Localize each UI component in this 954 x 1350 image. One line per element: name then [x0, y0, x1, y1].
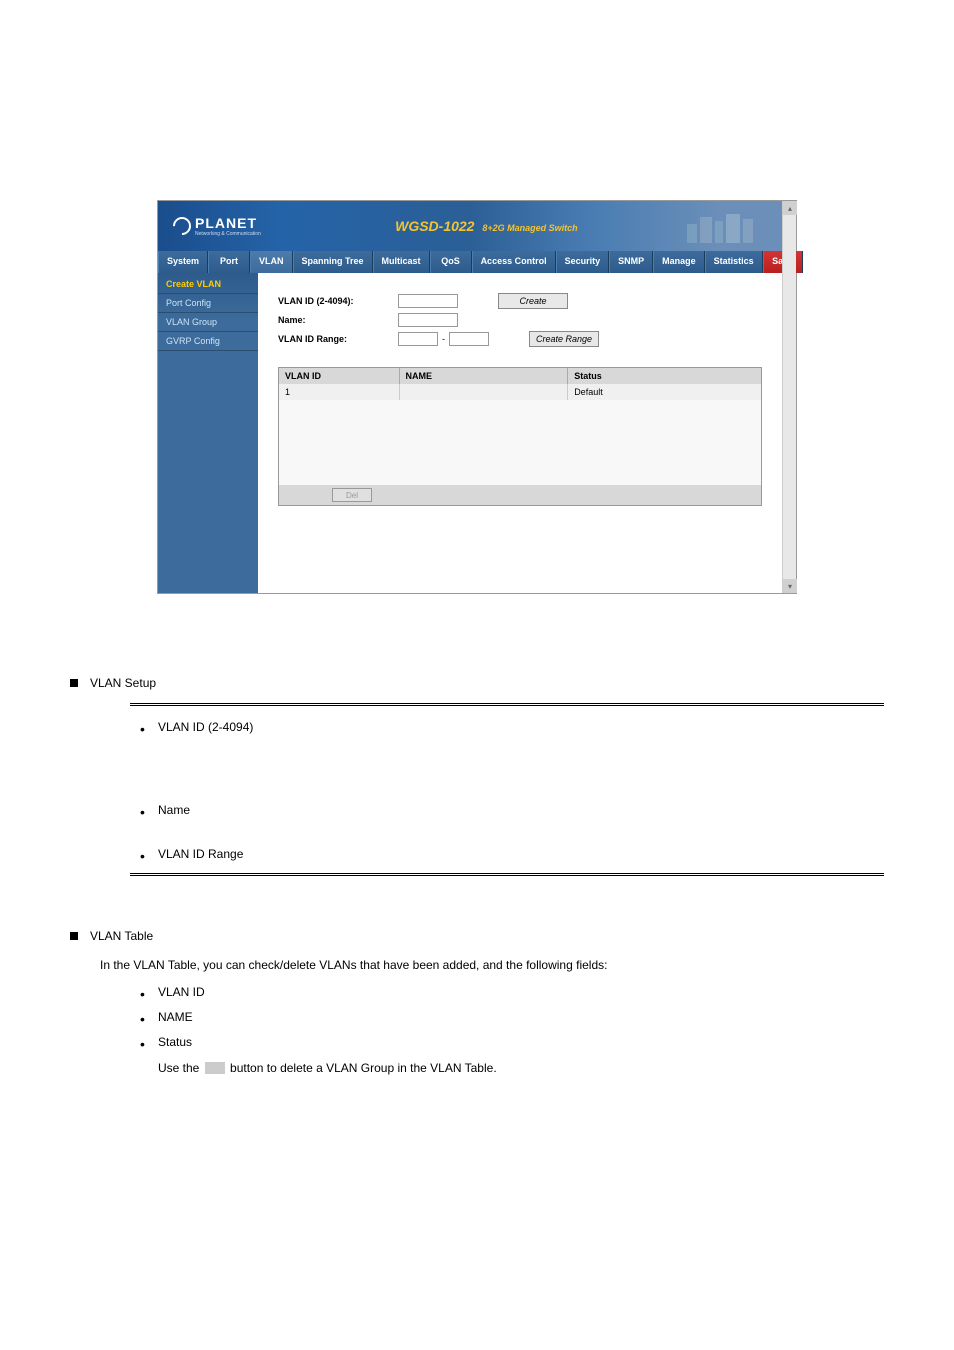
- vlan-id-input[interactable]: [398, 294, 458, 308]
- vlan-setup-list-2: Name: [140, 801, 884, 820]
- sidebar-gvrp-config[interactable]: GVRP Config: [158, 332, 258, 351]
- create-range-button[interactable]: Create Range: [529, 331, 599, 347]
- skyline-decoration: [682, 209, 772, 243]
- del-hint: Use the button to delete a VLAN Group in…: [158, 1059, 884, 1078]
- vlan-id-label: VLAN ID (2-4094):: [278, 296, 398, 306]
- square-bullet-icon: [70, 679, 78, 687]
- divider: [130, 703, 884, 706]
- vlan-setup-list: VLAN ID (2-4094): [140, 718, 884, 737]
- vlan-table-list: VLAN ID NAME Status: [140, 983, 884, 1053]
- cell-vlanid: 1: [279, 384, 400, 400]
- list-item: VLAN ID (2-4094): [140, 718, 884, 737]
- nav-security[interactable]: Security: [556, 251, 610, 273]
- th-name: NAME: [400, 368, 569, 384]
- nav-access-control[interactable]: Access Control: [472, 251, 556, 273]
- nav-manage[interactable]: Manage: [653, 251, 705, 273]
- vlan-table: VLAN ID NAME Status 1 Default Del: [278, 367, 762, 506]
- list-item: NAME: [140, 1008, 884, 1027]
- th-status: Status: [568, 368, 761, 384]
- sidebar-create-vlan[interactable]: Create VLAN: [158, 275, 258, 294]
- square-bullet-icon: [70, 932, 78, 940]
- app-banner: PLANET Networking & Communication WGSD-1…: [158, 201, 782, 251]
- create-button[interactable]: Create: [498, 293, 568, 309]
- scroll-down-icon[interactable]: ▾: [783, 579, 797, 593]
- range-dash: -: [442, 334, 445, 344]
- main-panel: VLAN ID (2-4094): Create Name: VLAN ID R…: [258, 273, 782, 593]
- section-vlan-setup: VLAN Setup: [70, 674, 884, 693]
- nav-multicast[interactable]: Multicast: [373, 251, 430, 273]
- logo-subtext: Networking & Communication: [195, 231, 261, 237]
- nav-statistics[interactable]: Statistics: [705, 251, 763, 273]
- nav-vlan[interactable]: VLAN: [250, 251, 293, 273]
- logo-icon: [169, 213, 194, 238]
- list-item: VLAN ID Range: [140, 845, 884, 864]
- section2-desc: In the VLAN Table, you can check/delete …: [100, 956, 884, 975]
- table-empty-area: [279, 400, 761, 485]
- nav-spanning-tree[interactable]: Spanning Tree: [293, 251, 373, 273]
- document-body: VLAN Setup VLAN ID (2-4094) Name VLAN ID…: [50, 624, 904, 1116]
- name-input[interactable]: [398, 313, 458, 327]
- app-screenshot: ▴ ▾ PLANET Networking & Communication WG…: [157, 200, 797, 594]
- cell-status: Default: [568, 384, 761, 400]
- delete-button[interactable]: Del: [332, 488, 372, 502]
- section-vlan-table: VLAN Table: [70, 927, 884, 946]
- product-subtitle: 8+2G Managed Switch: [482, 223, 577, 233]
- logo-text: PLANET: [195, 215, 257, 231]
- table-row[interactable]: 1 Default: [279, 384, 761, 400]
- list-item: VLAN ID: [140, 983, 884, 1002]
- cell-name: [400, 384, 569, 400]
- nav-qos[interactable]: QoS: [430, 251, 472, 273]
- del-button-placeholder-icon: [205, 1062, 225, 1074]
- scrollbar[interactable]: ▴ ▾: [782, 201, 796, 593]
- list-item: Status: [140, 1033, 884, 1052]
- content-area: Create VLAN Port Config VLAN Group GVRP …: [158, 273, 782, 593]
- product-title: WGSD-1022 8+2G Managed Switch: [395, 218, 578, 234]
- logo: PLANET Networking & Communication: [173, 215, 261, 237]
- sidebar: Create VLAN Port Config VLAN Group GVRP …: [158, 273, 258, 593]
- table-header-row: VLAN ID NAME Status: [279, 368, 761, 384]
- vlan-range-start-input[interactable]: [398, 332, 438, 346]
- th-vlanid: VLAN ID: [279, 368, 400, 384]
- sidebar-vlan-group[interactable]: VLAN Group: [158, 313, 258, 332]
- nav-system[interactable]: System: [158, 251, 208, 273]
- sidebar-port-config[interactable]: Port Config: [158, 294, 258, 313]
- list-item: Name: [140, 801, 884, 820]
- vlan-setup-list-3: VLAN ID Range: [140, 845, 884, 864]
- divider: [130, 873, 884, 876]
- nav-snmp[interactable]: SNMP: [609, 251, 653, 273]
- table-footer: Del: [279, 485, 761, 505]
- name-label: Name:: [278, 315, 398, 325]
- nav-port[interactable]: Port: [208, 251, 250, 273]
- vlan-form: VLAN ID (2-4094): Create Name: VLAN ID R…: [278, 293, 762, 347]
- vlan-range-end-input[interactable]: [449, 332, 489, 346]
- scroll-up-icon[interactable]: ▴: [783, 201, 797, 215]
- main-navbar: System Port VLAN Spanning Tree Multicast…: [158, 251, 782, 273]
- vlan-range-label: VLAN ID Range:: [278, 334, 398, 344]
